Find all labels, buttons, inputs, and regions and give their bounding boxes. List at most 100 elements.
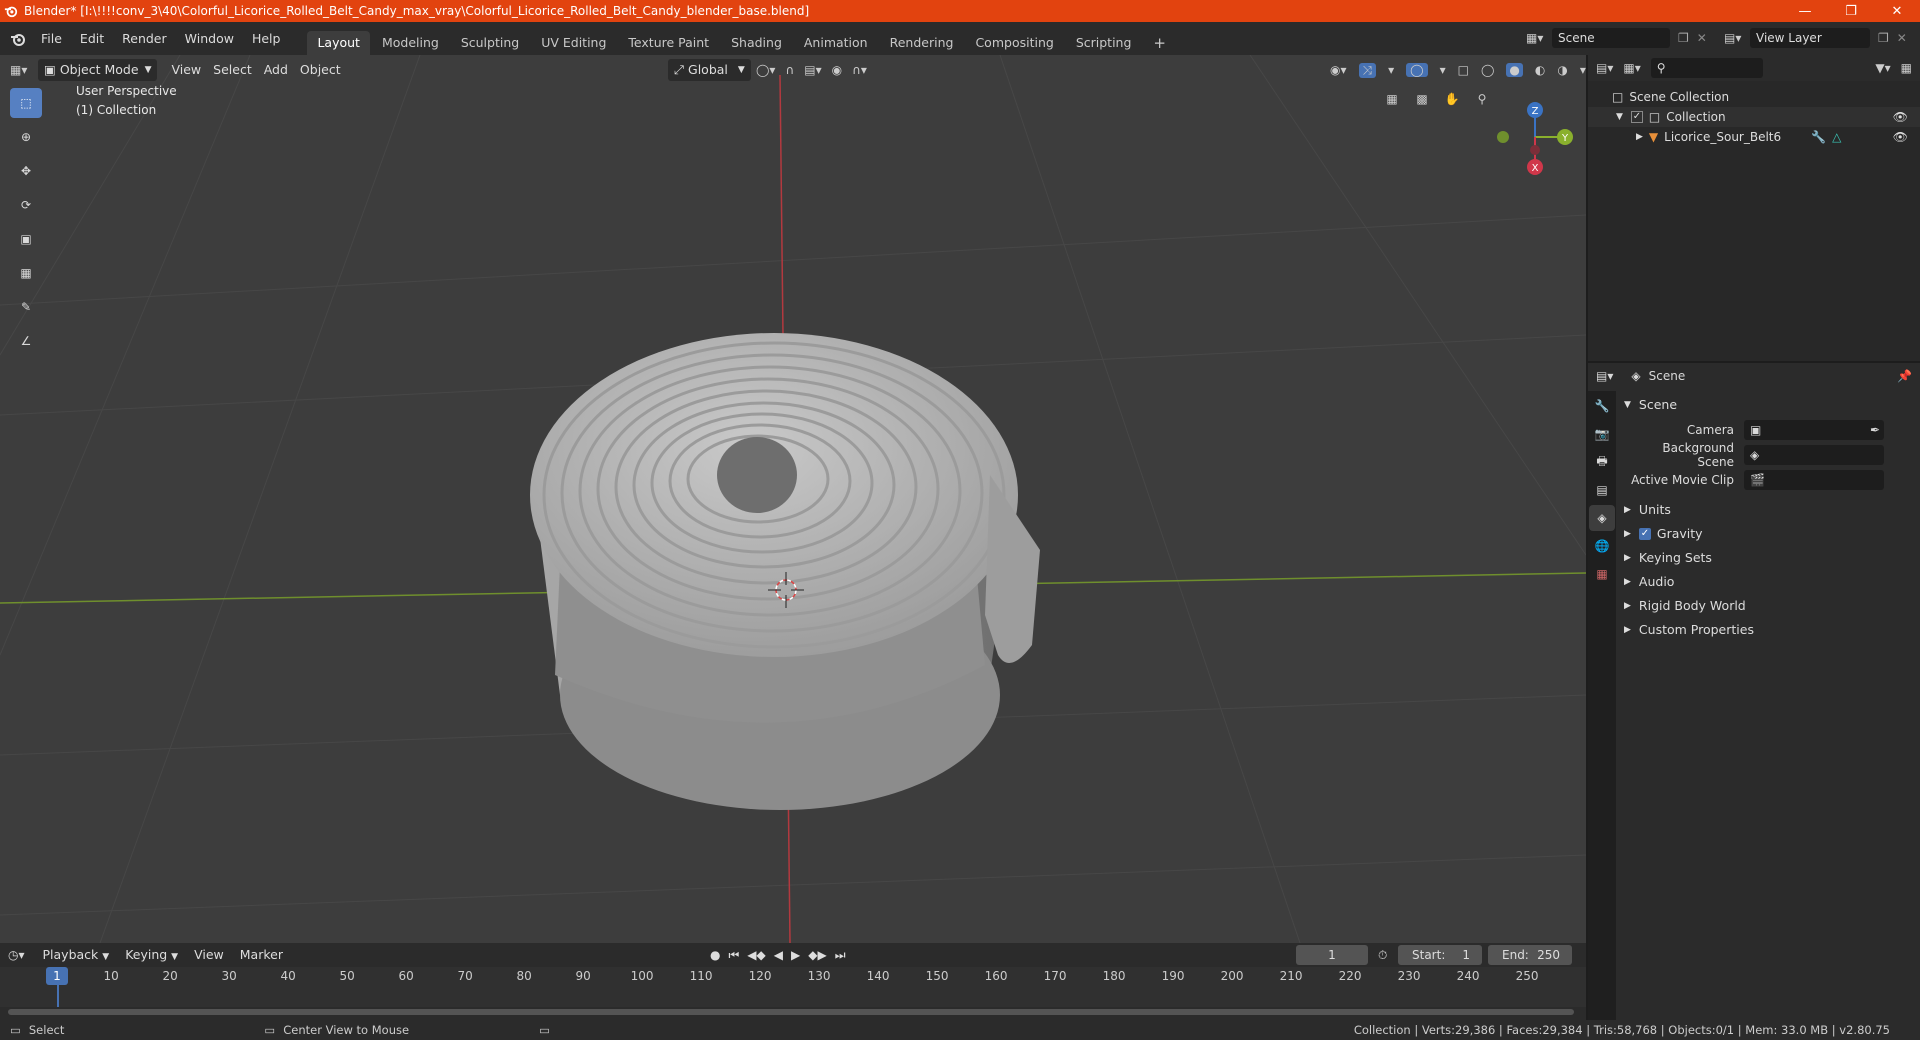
timeline-scrollbar[interactable] <box>8 1009 1574 1015</box>
output-tab[interactable]: 🖶 <box>1589 449 1615 475</box>
pan-view-button[interactable]: ✋ <box>1438 85 1466 113</box>
world-tab[interactable]: 🌐 <box>1589 533 1615 559</box>
current-frame-field[interactable]: 1 <box>1296 945 1368 965</box>
start-frame-field[interactable]: Start: 1 <box>1398 945 1482 965</box>
gizmo-dropdown-icon[interactable]: ▾ <box>1388 63 1394 77</box>
visibility-icon[interactable]: ◉▾ <box>1330 63 1347 77</box>
tool-tab[interactable]: 🔧 <box>1589 393 1615 419</box>
outliner-object-row[interactable]: ▶ ▼ Licorice_Sour_Belt6 🔧 △ 👁 <box>1588 127 1920 147</box>
tab-layout[interactable]: Layout <box>307 31 370 55</box>
menu-playback[interactable]: Playback ▼ <box>37 944 116 966</box>
rotate-tool[interactable]: ⟳ <box>10 190 42 220</box>
material-shading-icon[interactable]: ◐ <box>1535 63 1545 77</box>
record-icon[interactable]: ● <box>710 948 720 962</box>
expand-arrow-icon[interactable]: ▼ <box>1616 107 1623 127</box>
menu-marker[interactable]: Marker <box>234 944 289 966</box>
xray-toggle-icon[interactable]: □ <box>1458 63 1469 77</box>
timeline-editor-icon[interactable]: ◷▾ <box>8 948 25 962</box>
delete-scene-icon[interactable]: ✕ <box>1697 31 1707 45</box>
gizmo-toggle-icon[interactable]: ⤨ <box>1358 62 1377 78</box>
exclude-checkbox[interactable]: ✓ <box>1630 111 1643 123</box>
menu-object[interactable]: Object <box>294 59 347 81</box>
proportional-edit-icon[interactable]: ◉ <box>832 63 842 77</box>
background-scene-field[interactable]: ◈ <box>1744 444 1884 465</box>
tab-animation[interactable]: Animation <box>794 31 878 55</box>
snap-target-icon[interactable]: ▤▾ <box>804 63 821 77</box>
scale-tool[interactable]: ▣ <box>10 224 42 254</box>
menu-select[interactable]: Select <box>207 59 258 81</box>
pivot-point-icon[interactable]: ◯▾ <box>756 63 775 77</box>
timeline-ruler[interactable]: 1 10 20 30 40 50 60 70 80 90 100 110 120 130 140 150 16… <box>0 967 1586 1007</box>
wireframe-shading-icon[interactable]: ◯ <box>1481 63 1494 77</box>
overlay-toggle-icon[interactable]: ◯ <box>1406 63 1428 77</box>
menu-view[interactable]: View <box>165 59 207 81</box>
eyedropper-icon[interactable]: ✒ <box>1870 423 1880 437</box>
scene-name-field[interactable]: Scene <box>1552 28 1670 48</box>
next-keyframe-icon[interactable]: ◆▶ <box>808 948 826 962</box>
mode-selector[interactable]: ▣ Object Mode ▼ <box>38 59 158 81</box>
camera-view-button[interactable]: ▩ <box>1408 85 1436 113</box>
rigid-body-world-panel[interactable]: ▶ Rigid Body World <box>1624 594 1914 618</box>
prev-keyframe-icon[interactable]: ◀◆ <box>747 948 765 962</box>
audio-panel[interactable]: ▶ Audio <box>1624 570 1914 594</box>
filter-icon[interactable]: ▼▾ <box>1875 61 1890 75</box>
shading-dropdown-icon[interactable]: ▾ <box>1580 63 1586 77</box>
blender-menu-icon[interactable] <box>10 31 26 47</box>
jump-end-icon[interactable]: ⏭ <box>835 948 846 963</box>
toggle-camera-view-button[interactable]: ▦ <box>1378 85 1406 113</box>
scene-icon[interactable]: ▦▾ <box>1526 31 1552 45</box>
new-scene-icon[interactable]: ❐ <box>1678 31 1689 45</box>
play-reverse-icon[interactable]: ◀ <box>774 948 783 962</box>
menu-help[interactable]: Help <box>243 22 290 55</box>
tab-compositing[interactable]: Compositing <box>965 31 1063 55</box>
tab-modeling[interactable]: Modeling <box>372 31 449 55</box>
solid-shading-icon[interactable]: ● <box>1506 63 1523 77</box>
outliner-scene-collection[interactable]: □ Scene Collection <box>1588 87 1920 107</box>
menu-timeline-view[interactable]: View <box>188 944 230 966</box>
menu-file[interactable]: File <box>32 22 71 55</box>
jump-start-icon[interactable]: ⏮ <box>728 948 739 963</box>
render-tab[interactable]: 📷 <box>1589 421 1615 447</box>
keying-sets-panel[interactable]: ▶ Keying Sets <box>1624 546 1914 570</box>
annotate-tool[interactable]: ✎ <box>10 292 42 322</box>
falloff-icon[interactable]: ∩▾ <box>852 63 867 77</box>
units-panel[interactable]: ▶ Units <box>1624 498 1914 522</box>
close-button[interactable]: ✕ <box>1874 0 1920 22</box>
tab-shading[interactable]: Shading <box>721 31 792 55</box>
gravity-checkbox[interactable]: ✓ <box>1638 528 1651 540</box>
menu-keying[interactable]: Keying ▼ <box>119 944 184 966</box>
play-icon[interactable]: ▶ <box>791 948 800 962</box>
view-layer-tab[interactable]: ▤ <box>1589 477 1615 503</box>
eye-icon[interactable]: 👁 <box>1893 107 1908 127</box>
minimize-button[interactable]: — <box>1782 0 1828 22</box>
delete-view-layer-icon[interactable]: ✕ <box>1897 31 1907 45</box>
tab-texture-paint[interactable]: Texture Paint <box>618 31 719 55</box>
3d-viewport[interactable]: ▦▾ ▣ Object Mode ▼ View Select Add Objec… <box>0 55 1586 943</box>
current-frame-marker[interactable]: 1 <box>46 967 68 985</box>
menu-window[interactable]: Window <box>176 22 243 55</box>
mesh-data-icon[interactable]: △ <box>1832 127 1841 147</box>
properties-editor-icon[interactable]: ▤▾ <box>1596 369 1613 383</box>
add-workspace-button[interactable]: + <box>1143 31 1176 55</box>
tab-sculpting[interactable]: Sculpting <box>451 31 529 55</box>
stopwatch-icon[interactable]: ⏱ <box>1378 948 1387 963</box>
editor-type-icon[interactable]: ▦▾ <box>10 63 38 77</box>
menu-add[interactable]: Add <box>258 59 294 81</box>
snap-magnet-icon[interactable]: ∩ <box>785 63 794 77</box>
navigation-gizmo[interactable]: Z Y X <box>1485 90 1575 180</box>
display-mode-icon[interactable]: ▦▾ <box>1623 61 1640 75</box>
rendered-shading-icon[interactable]: ◑ <box>1557 63 1567 77</box>
measure-tool[interactable]: ∠ <box>10 326 42 356</box>
active-movie-clip-field[interactable]: 🎬 <box>1744 469 1884 490</box>
tab-scripting[interactable]: Scripting <box>1066 31 1142 55</box>
select-box-tool[interactable]: ⬚ <box>10 88 42 118</box>
move-tool[interactable]: ✥ <box>10 156 42 186</box>
camera-field[interactable]: ▣ ✒ <box>1744 419 1884 440</box>
texture-tab[interactable]: ▦ <box>1589 561 1615 587</box>
tab-uv-editing[interactable]: UV Editing <box>531 31 616 55</box>
menu-render[interactable]: Render <box>113 22 176 55</box>
cursor-tool[interactable]: ⊕ <box>10 122 42 152</box>
modifier-icon[interactable]: 🔧 <box>1811 127 1826 147</box>
tab-rendering[interactable]: Rendering <box>880 31 964 55</box>
outliner-search-input[interactable]: ⚲ <box>1650 58 1763 78</box>
